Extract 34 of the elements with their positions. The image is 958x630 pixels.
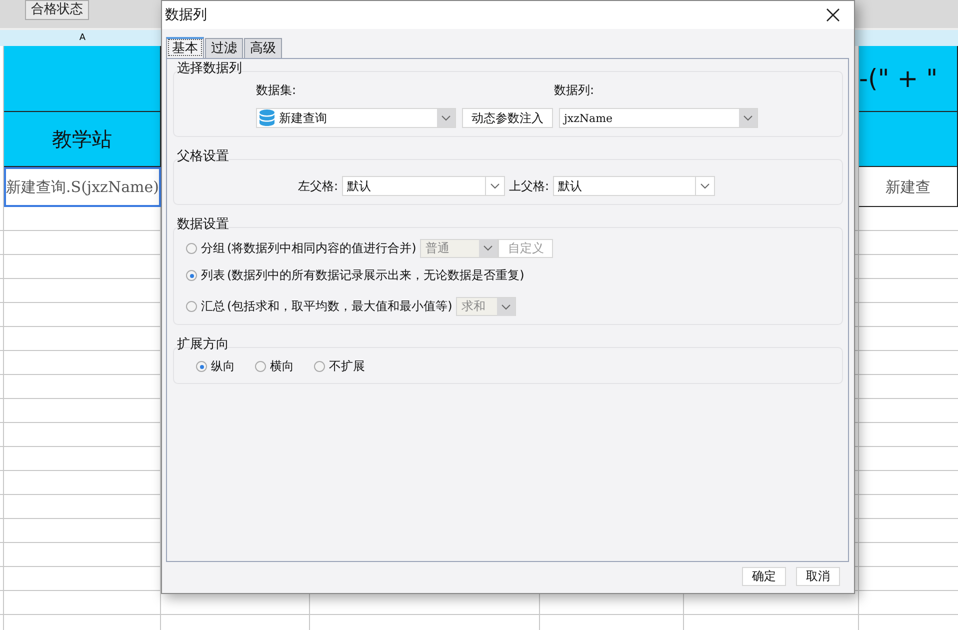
table-cell: 新建查 bbox=[859, 167, 958, 207]
dropdown[interactable]: 默认 bbox=[553, 176, 716, 196]
tab[interactable]: 基本 bbox=[166, 37, 204, 58]
tab[interactable]: 高级 bbox=[244, 38, 282, 58]
section-title: 扩展方向 bbox=[177, 337, 230, 353]
window-title: 数据列 bbox=[165, 6, 207, 24]
field-label: 上父格: bbox=[509, 178, 550, 194]
dialog-button[interactable]: 取消 bbox=[796, 567, 840, 586]
table-cell: 新建查询.S(jxzName) bbox=[4, 167, 161, 207]
dialog-button[interactable]: 确定 bbox=[742, 567, 786, 586]
option-label[interactable]: 分组 bbox=[201, 240, 225, 256]
dropdown[interactable]: jxzName bbox=[559, 108, 758, 128]
sheet-tab[interactable]: 合格状态 bbox=[25, 0, 89, 20]
inject-button[interactable]: 动态参数注入 bbox=[462, 108, 553, 128]
field-label: 左父格: bbox=[298, 178, 338, 194]
field-label: 数据列: bbox=[554, 82, 594, 99]
cell-text: -(" + " bbox=[859, 64, 938, 93]
option-label[interactable]: 不扩展 bbox=[329, 358, 365, 375]
section-title: 数据设置 bbox=[177, 217, 230, 233]
tab[interactable]: 过滤 bbox=[205, 38, 243, 58]
table-cell: 教学站 bbox=[4, 112, 161, 167]
option-label[interactable]: 横向 bbox=[270, 358, 294, 375]
option-note: (将数据列中相同内容的值进行合并) bbox=[227, 240, 416, 256]
option-label[interactable]: 汇总 bbox=[201, 298, 225, 315]
field-label: 数据集: bbox=[256, 82, 296, 99]
option-note: (数据列中的所有数据记录展示出来，无论数据是否重复) bbox=[227, 267, 524, 284]
option-label[interactable]: 纵向 bbox=[211, 358, 235, 375]
section-title: 父格设置 bbox=[177, 149, 230, 165]
option-label[interactable]: 列表 bbox=[201, 267, 225, 284]
option-note: (包括求和，取平均数，最大值和最小值等) bbox=[227, 298, 452, 315]
section-title: 选择数据列 bbox=[177, 61, 243, 77]
column-header[interactable]: A bbox=[4, 30, 161, 46]
dropdown[interactable]: 新建查询 bbox=[256, 108, 456, 128]
dropdown[interactable]: 默认 bbox=[342, 176, 506, 196]
